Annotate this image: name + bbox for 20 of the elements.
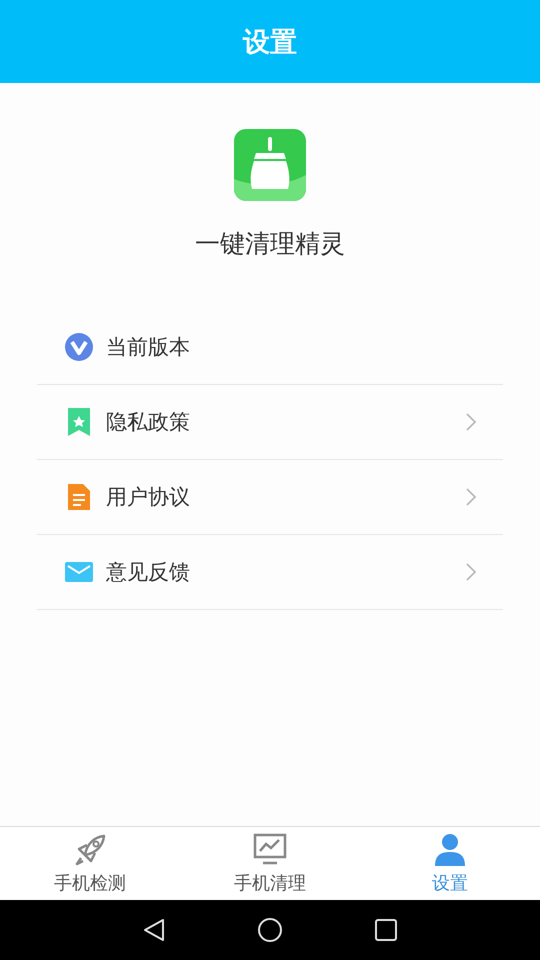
settings-row[interactable]: 用户协议 (37, 460, 503, 535)
settings-row[interactable]: 隐私政策 (37, 385, 503, 460)
rocket-icon (73, 832, 107, 866)
settings-row[interactable]: 意见反馈 (37, 535, 503, 610)
row-label: 隐私政策 (106, 409, 191, 436)
settings-row[interactable]: 当前版本 (37, 310, 503, 385)
recents-icon[interactable] (373, 917, 399, 943)
home-icon[interactable] (257, 917, 283, 943)
row-label: 意见反馈 (106, 559, 191, 586)
broom-app-icon (234, 129, 306, 201)
app-name: 一键清理精灵 (195, 228, 345, 260)
page-title: 设置 (243, 26, 297, 60)
person-icon (433, 832, 467, 866)
monitor-chart-icon (253, 832, 287, 866)
tab[interactable]: 手机清理 (180, 827, 360, 900)
v-badge-icon (64, 332, 94, 362)
row-label: 用户协议 (106, 484, 191, 511)
row-label: 当前版本 (106, 334, 191, 361)
back-icon[interactable] (141, 917, 167, 943)
tab[interactable]: 手机检测 (0, 827, 180, 900)
